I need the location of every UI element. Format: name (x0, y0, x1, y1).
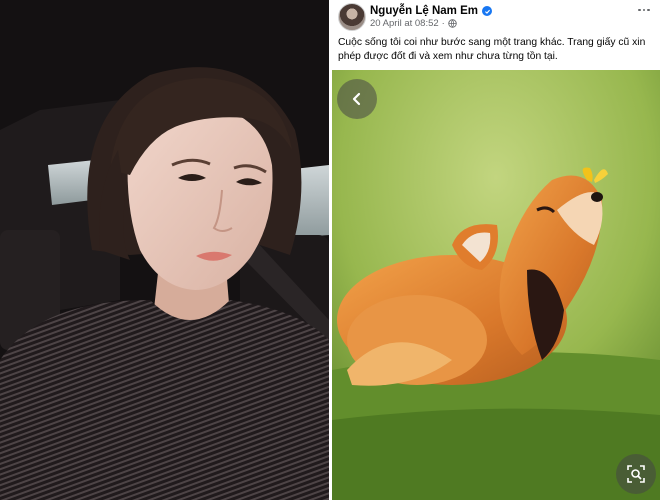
post-header: Nguyễn Lệ Nam Em 20 April at 08:52 · (332, 0, 660, 34)
post-meta: 20 April at 08:52 · (370, 17, 457, 29)
more-dot-icon (647, 8, 650, 12)
chevron-left-icon (352, 92, 361, 106)
author-name[interactable]: Nguyễn Lệ Nam Em (370, 5, 478, 17)
zoom-button[interactable] (616, 454, 656, 494)
selfie-illustration (0, 0, 329, 500)
post-timestamp[interactable]: 20 April at 08:52 (370, 18, 439, 29)
author-avatar[interactable] (338, 3, 366, 31)
more-options-button[interactable] (636, 4, 652, 16)
facebook-post: Nguyễn Lệ Nam Em 20 April at 08:52 · Cuộ… (332, 0, 660, 500)
back-button[interactable] (337, 79, 377, 119)
post-caption: Cuộc sống tôi coi như bước sang một tran… (338, 37, 646, 62)
globe-icon (448, 18, 457, 28)
fox-illustration (332, 70, 660, 500)
meta-separator: · (441, 17, 445, 29)
selfie-photo (0, 0, 329, 500)
more-dot-icon (642, 8, 646, 12)
post-photo[interactable] (332, 70, 660, 500)
verified-badge-icon (482, 6, 492, 16)
more-dot-icon (638, 8, 641, 12)
zoom-search-icon (627, 465, 645, 483)
author-row: Nguyễn Lệ Nam Em (370, 4, 492, 18)
